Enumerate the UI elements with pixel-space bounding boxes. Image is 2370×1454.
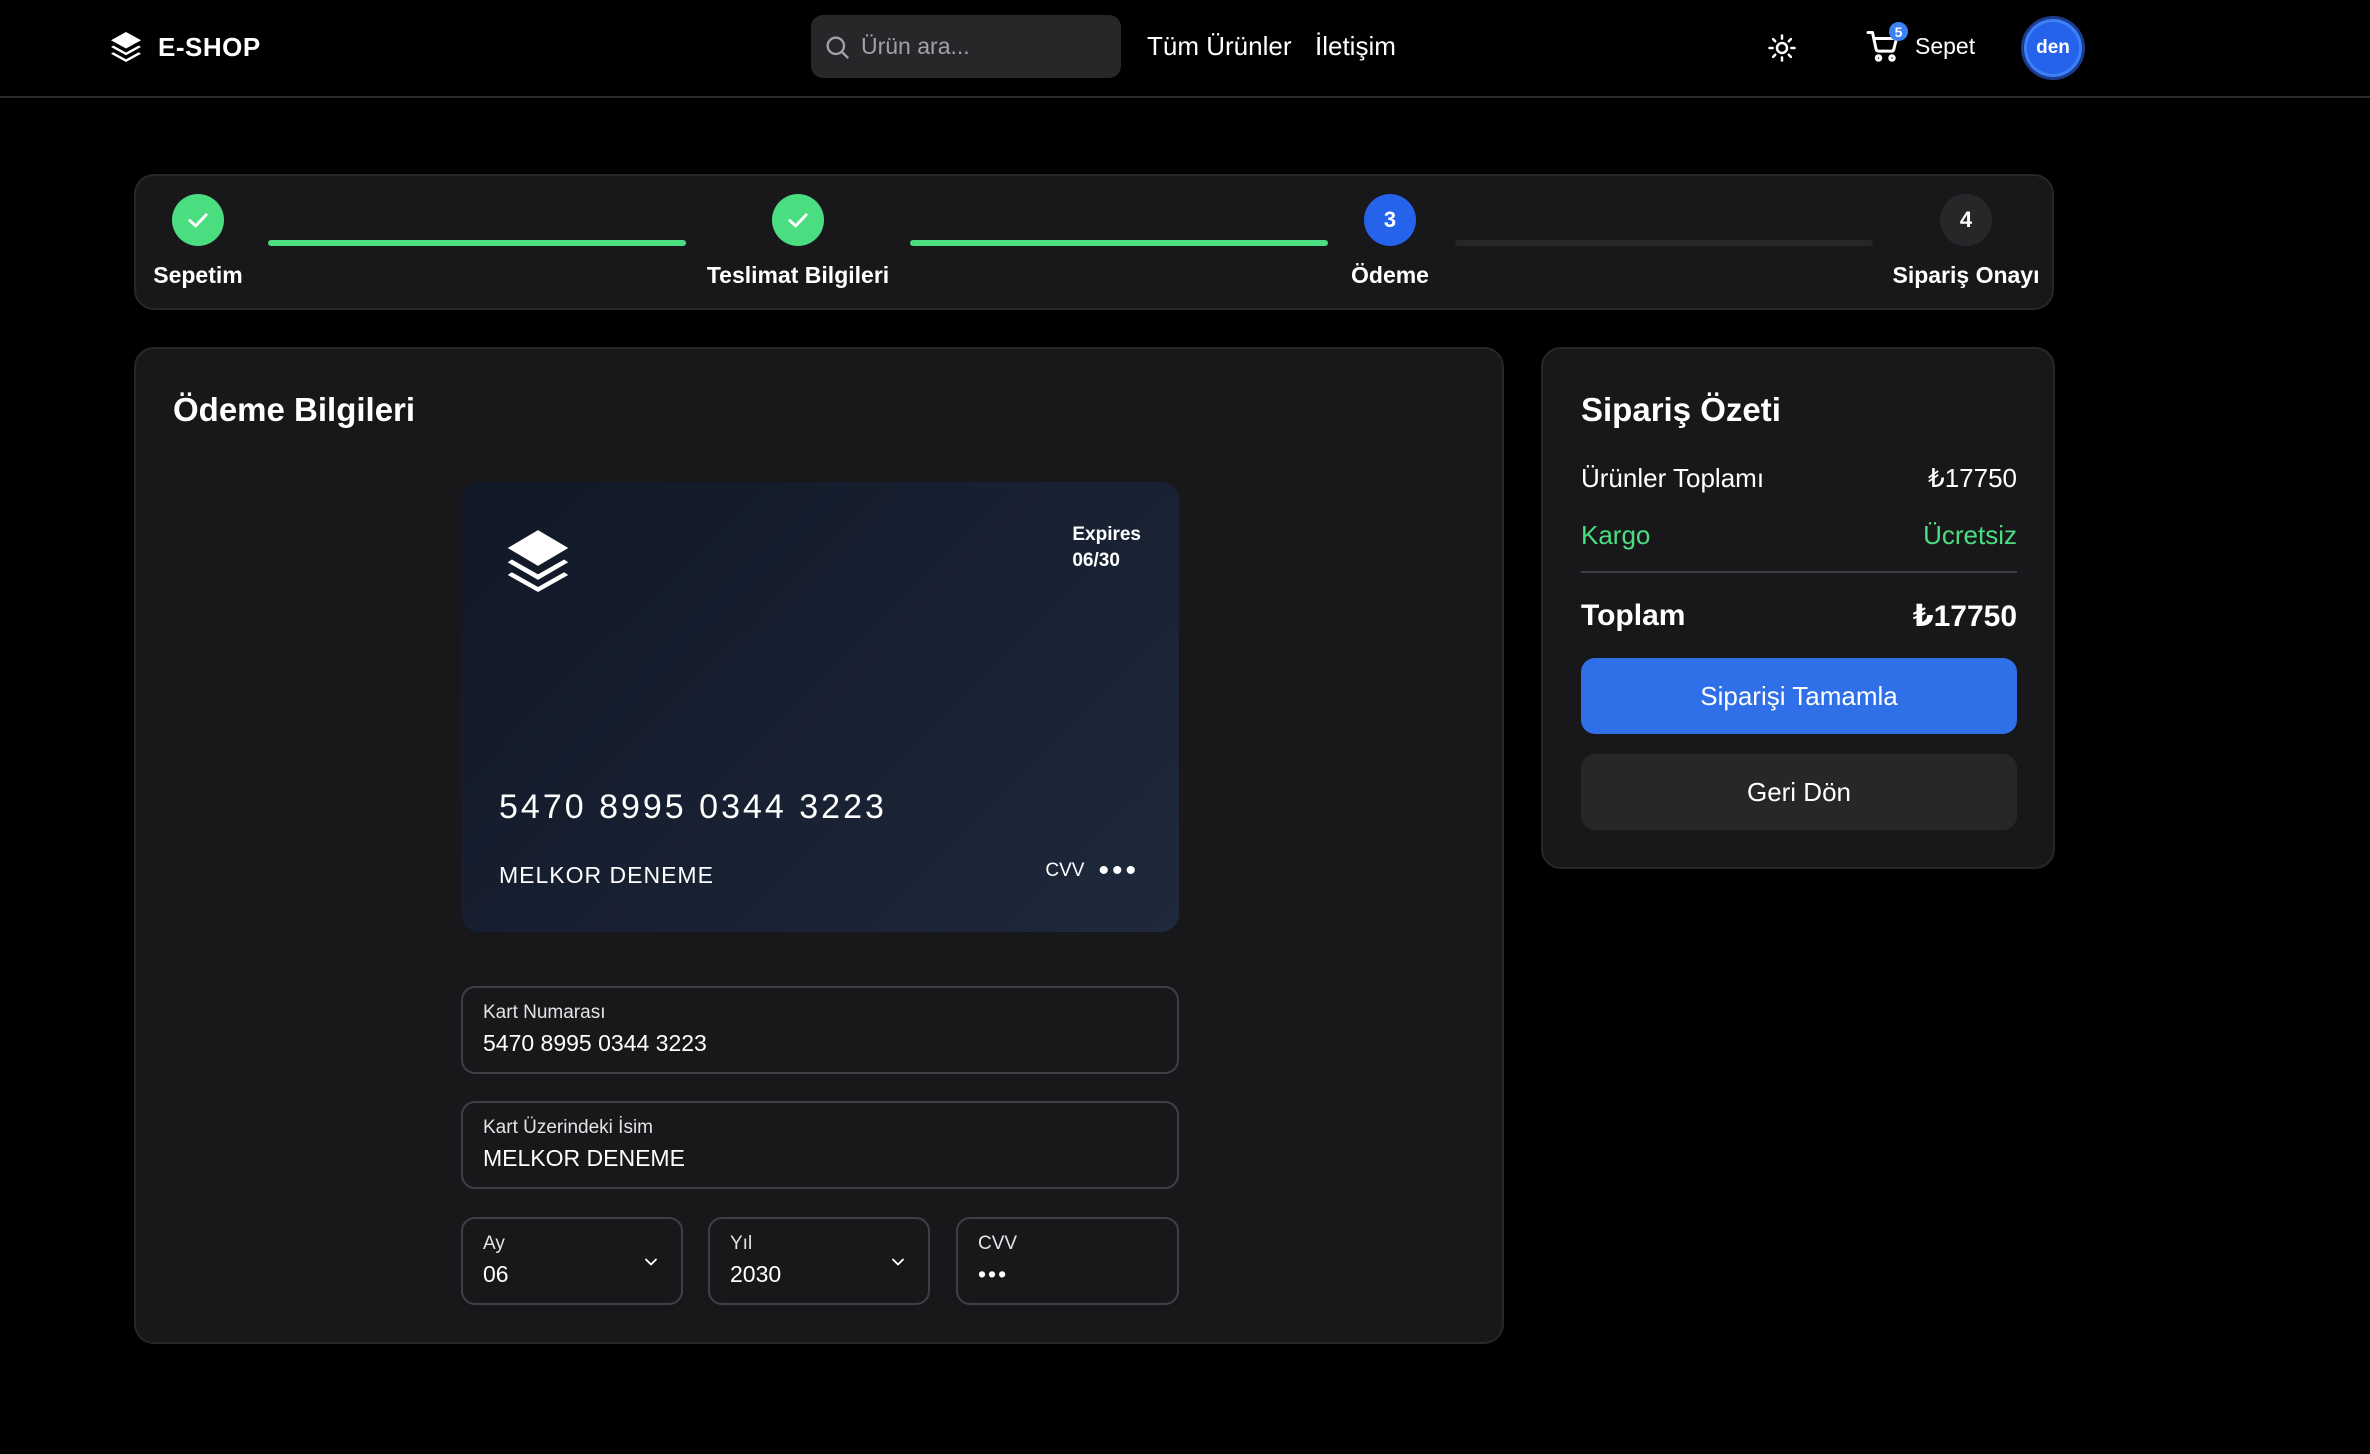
cart-label: Sepet — [1915, 32, 1976, 59]
step-label: Sipariş Onayı — [1892, 262, 2040, 288]
user-avatar[interactable]: den — [2021, 16, 2085, 80]
summary-title: Sipariş Özeti — [1581, 391, 1781, 428]
cvv-input[interactable]: ••• — [978, 1261, 1008, 1288]
payment-panel: Ödeme Bilgileri Expires 06/30 5470 8995 … — [134, 347, 1504, 1344]
navbar: E-SHOP Tüm Ürünler İletişim 5 Sepet den — [0, 0, 2370, 98]
sun-icon — [1768, 34, 1796, 62]
panel-title: Ödeme Bilgileri — [173, 391, 416, 428]
total-value: ₺17750 — [1912, 600, 2017, 633]
chevron-down-icon — [645, 1258, 657, 1266]
year-value: 2030 — [730, 1261, 782, 1287]
card-name-field[interactable]: Kart Üzerindeki İsim MELKOR DENEME — [461, 1101, 1179, 1189]
step-confirmation: 4 Sipariş Onayı — [1836, 194, 2096, 289]
month-value: 06 — [483, 1261, 509, 1287]
theme-toggle-button[interactable] — [1765, 31, 1799, 65]
search-box[interactable] — [811, 15, 1121, 78]
products-total-row: Ürünler Toplamı ₺17750 — [1581, 463, 2017, 494]
year-select[interactable]: Yıl 2030 — [708, 1217, 930, 1305]
search-input[interactable] — [861, 33, 1111, 60]
credit-card-preview: Expires 06/30 5470 8995 0344 3223 MELKOR… — [461, 482, 1179, 932]
shipping-label: Kargo — [1581, 520, 1651, 550]
card-cvv-mask: ••• — [1098, 854, 1139, 887]
layers-logo-icon — [111, 32, 141, 62]
step-number-circle: 3 — [1364, 194, 1416, 246]
card-number-field[interactable]: Kart Numarası 5470 8995 0344 3223 — [461, 986, 1179, 1074]
step-label: Teslimat Bilgileri — [706, 262, 890, 288]
go-back-button[interactable]: Geri Dön — [1581, 754, 2017, 830]
brand-name: E-SHOP — [158, 31, 261, 62]
complete-order-button[interactable]: Siparişi Tamamla — [1581, 658, 2017, 734]
cart-count-badge: 5 — [1889, 22, 1908, 41]
step-label: Sepetim — [153, 262, 243, 288]
step-connector — [268, 240, 686, 246]
field-label: Ay — [483, 1233, 505, 1254]
card-number-display: 5470 8995 0344 3223 — [499, 788, 887, 826]
step-done-circle — [172, 194, 224, 246]
cvv-field[interactable]: CVV ••• — [956, 1217, 1179, 1305]
month-select[interactable]: Ay 06 — [461, 1217, 683, 1305]
field-label: Yıl — [730, 1233, 753, 1254]
cart-icon-wrap: 5 — [1865, 22, 1908, 64]
order-summary-panel: Sipariş Özeti Ürünler Toplamı ₺17750 Kar… — [1541, 347, 2055, 869]
field-label: Kart Üzerindeki İsim — [483, 1117, 653, 1138]
total-label: Toplam — [1581, 599, 1686, 632]
field-label: CVV — [978, 1233, 1018, 1254]
products-total-value: ₺17750 — [1928, 463, 2017, 493]
step-payment: 3 Ödeme — [1260, 194, 1520, 289]
card-cvv: CVV ••• — [1045, 854, 1139, 887]
nav-link-contact[interactable]: İletişim — [1315, 31, 1396, 62]
chevron-down-icon — [892, 1258, 904, 1266]
summary-divider — [1581, 571, 2017, 573]
step-delivery: Teslimat Bilgileri — [668, 194, 928, 289]
step-done-circle — [772, 194, 824, 246]
card-expires: Expires 06/30 — [1072, 522, 1141, 574]
cart-button[interactable]: 5 Sepet — [1865, 22, 1975, 64]
brand[interactable]: E-SHOP — [108, 28, 261, 66]
card-number-input[interactable]: 5470 8995 0344 3223 — [483, 1030, 707, 1057]
field-label: Kart Numarası — [483, 1002, 606, 1023]
check-icon — [788, 213, 808, 228]
step-number-circle: 4 — [1940, 194, 1992, 246]
step-cart: Sepetim — [68, 194, 328, 289]
shipping-value: Ücretsiz — [1923, 520, 2017, 550]
layers-logo-icon — [507, 530, 569, 592]
card-expires-label: Expires — [1072, 524, 1141, 545]
card-name-input[interactable]: MELKOR DENEME — [483, 1145, 685, 1172]
nav-link-all-products[interactable]: Tüm Ürünler — [1147, 31, 1291, 62]
shipping-row: Kargo Ücretsiz — [1581, 520, 2017, 551]
search-icon — [826, 36, 849, 59]
card-cvv-label: CVV — [1045, 860, 1085, 881]
card-holder-display: MELKOR DENEME — [499, 862, 714, 888]
check-icon — [188, 213, 208, 228]
checkout-stepper: Sepetim Teslimat Bilgileri 3 Ödeme 4 Sip… — [134, 174, 2054, 310]
card-expires-value: 06/30 — [1072, 550, 1120, 571]
step-label: Ödeme — [1351, 262, 1429, 288]
products-total-label: Ürünler Toplamı — [1581, 463, 1765, 493]
total-row: Toplam ₺17750 — [1581, 599, 2017, 634]
